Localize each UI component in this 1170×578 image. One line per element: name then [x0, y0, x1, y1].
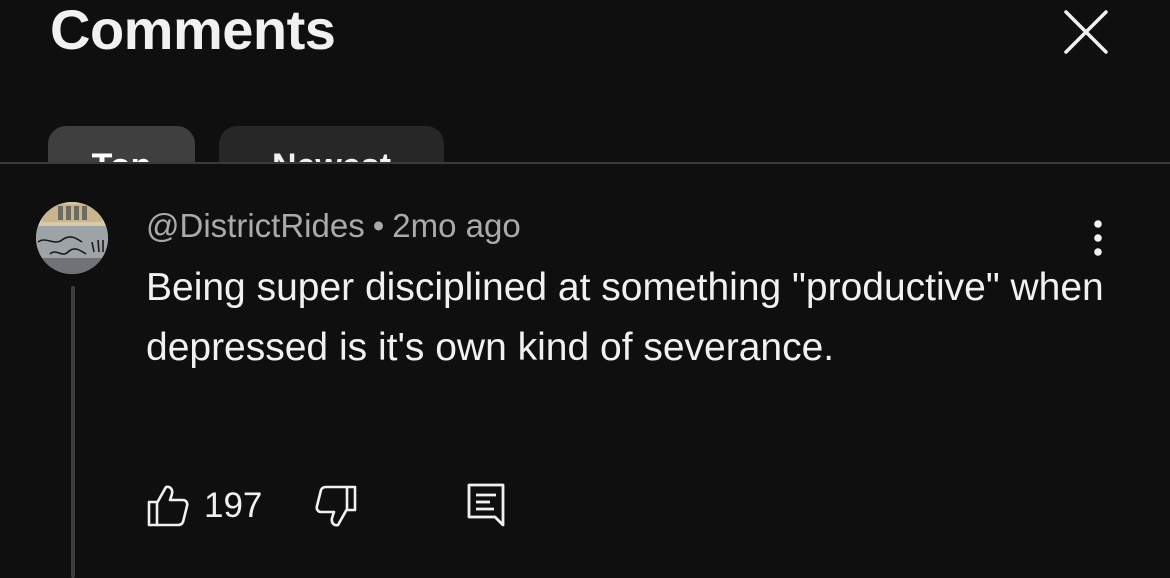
more-vertical-icon	[1094, 220, 1102, 256]
reply-button[interactable]	[466, 482, 506, 528]
like-button[interactable]	[146, 482, 190, 528]
comment-text: Being super disciplined at something "pr…	[146, 266, 1104, 369]
close-button[interactable]	[1058, 4, 1114, 60]
reply-icon	[467, 483, 505, 527]
more-options-button[interactable]	[1080, 214, 1116, 262]
sort-chip-newest[interactable]: Newest	[219, 126, 444, 162]
avatar-image	[36, 202, 108, 274]
close-icon	[1064, 10, 1108, 54]
comment-meta: @DistrictRides • 2mo ago	[146, 204, 521, 248]
page-title: Comments	[50, 0, 336, 61]
header-divider	[0, 162, 1170, 164]
comment-author[interactable]: @DistrictRides	[146, 207, 365, 244]
thread-line	[71, 286, 75, 578]
meta-separator: •	[372, 207, 385, 244]
like-count: 197	[204, 486, 263, 525]
sort-chips: Top Newest	[0, 126, 1170, 162]
sort-chip-top[interactable]: Top	[48, 126, 195, 162]
thumbs-up-icon	[147, 485, 189, 527]
avatar[interactable]	[36, 202, 108, 274]
comment-time: 2mo ago	[392, 207, 521, 244]
thumbs-down-icon	[315, 485, 357, 527]
dislike-button[interactable]	[314, 484, 358, 530]
